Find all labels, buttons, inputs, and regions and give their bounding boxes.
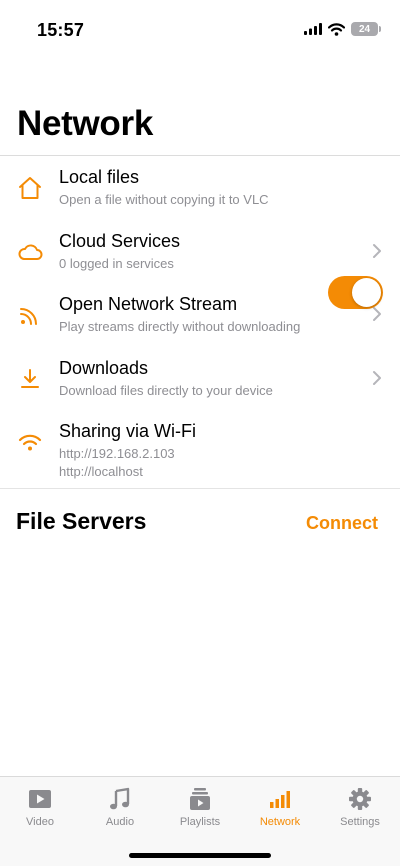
- wifi-status-icon: [328, 22, 345, 36]
- tab-label: Video: [26, 816, 54, 828]
- tab-playlists[interactable]: Playlists: [160, 777, 240, 837]
- divider: [0, 488, 400, 489]
- tab-label: Network: [259, 816, 301, 828]
- tab-label: Playlists: [179, 816, 221, 828]
- cloud-services-subtitle: 0 logged in services: [59, 255, 174, 271]
- music-note-icon: [110, 787, 130, 810]
- playlist-icon: [190, 788, 210, 810]
- wifi-sharing-address-localhost: http://localhost: [59, 464, 143, 479]
- gear-icon: [349, 788, 371, 810]
- cloud-services-row[interactable]: Cloud Services 0 logged in services: [0, 220, 400, 284]
- page-title: Network: [17, 104, 153, 143]
- battery-level: 24: [358, 23, 371, 35]
- chevron-right-icon: [373, 243, 381, 258]
- downloads-subtitle: Download files directly to your device: [59, 382, 273, 398]
- tab-label: Settings: [340, 816, 380, 828]
- cloud-icon: [18, 243, 43, 260]
- status-bar: 15:57 24: [0, 0, 400, 60]
- wifi-sharing-title: Sharing via Wi-Fi: [59, 421, 197, 441]
- tab-video[interactable]: Video: [0, 777, 80, 837]
- cloud-services-title: Cloud Services: [59, 230, 181, 251]
- connect-button[interactable]: Connect: [306, 513, 378, 534]
- signal-bars-icon: [270, 791, 290, 808]
- status-icons: 24: [304, 22, 381, 36]
- tab-label: Audio: [105, 816, 135, 828]
- cellular-signal-icon: [304, 23, 322, 35]
- tab-network[interactable]: Network: [240, 777, 320, 837]
- downloads-title: Downloads: [59, 357, 149, 378]
- house-icon: [19, 177, 41, 199]
- downloads-row[interactable]: Downloads Download files directly to you…: [0, 347, 400, 411]
- tab-audio[interactable]: Audio: [80, 777, 160, 837]
- local-files-title: Local files: [59, 167, 140, 187]
- rss-feed-icon: [20, 308, 37, 325]
- toggle-knob: [352, 278, 381, 307]
- download-icon: [21, 368, 39, 388]
- video-icon: [29, 790, 51, 808]
- home-indicator: [129, 853, 271, 858]
- tab-settings[interactable]: Settings: [320, 777, 400, 837]
- chevron-right-icon: [373, 370, 381, 385]
- network-menu-list: Local files Open a file without copying …: [0, 156, 400, 486]
- local-files-subtitle: Open a file without copying it to VLC: [59, 192, 269, 207]
- network-stream-title: Open Network Stream: [59, 294, 238, 314]
- status-time: 15:57: [37, 20, 85, 40]
- local-files-row[interactable]: Local files Open a file without copying …: [0, 156, 400, 220]
- file-servers-heading: File Servers: [16, 508, 147, 534]
- wifi-sharing-row: Sharing via Wi-Fi http://192.168.2.103 h…: [0, 410, 400, 486]
- network-stream-subtitle: Play streams directly without downloadin…: [59, 319, 301, 334]
- wifi-sharing-address-ip: http://192.168.2.103: [59, 446, 175, 461]
- battery-indicator: 24: [351, 22, 381, 36]
- wifi-icon: [18, 434, 42, 451]
- wifi-sharing-toggle[interactable]: [328, 276, 383, 309]
- tab-bar: Video Audio Playlists Network Settings: [0, 776, 400, 866]
